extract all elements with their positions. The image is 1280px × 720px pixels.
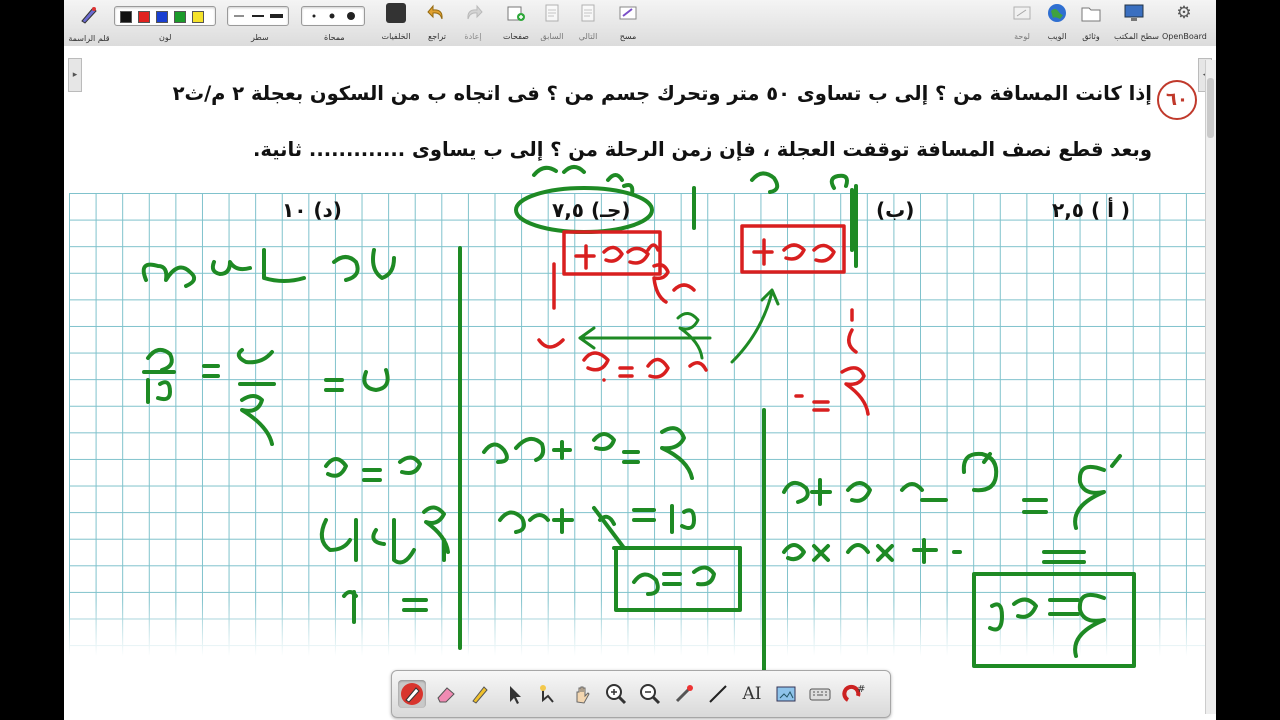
selector-tool-button[interactable] xyxy=(500,680,528,708)
line-tool-icon xyxy=(709,685,727,703)
pen-tool-button[interactable] xyxy=(398,680,426,708)
openboard-window: قلم الراسمة لون سطر ممحاة الخلفيات تراجع xyxy=(64,0,1216,720)
zoom-in-icon xyxy=(606,684,627,705)
ink-red-annotations xyxy=(537,224,870,416)
tool-palette: AI # xyxy=(391,670,891,718)
zoom-out-button[interactable] xyxy=(636,680,664,708)
virtual-keyboard-icon xyxy=(809,688,831,701)
marker-tool-button[interactable] xyxy=(466,680,494,708)
magnifier-icon: # xyxy=(842,684,865,702)
text-tool-button[interactable]: AI xyxy=(738,680,766,708)
line-tool-button[interactable] xyxy=(704,680,732,708)
ink-left-column xyxy=(319,455,450,624)
play-tool-button[interactable] xyxy=(534,680,562,708)
magnifier-tool-button[interactable]: # xyxy=(840,680,868,708)
text-tool-icon: AI xyxy=(742,684,762,704)
ink-arrows xyxy=(578,288,780,364)
svg-text:#: # xyxy=(857,684,865,695)
marker-icon xyxy=(472,686,488,704)
virtual-keyboard-button[interactable] xyxy=(806,680,834,708)
hand-tool-button[interactable] xyxy=(568,680,596,708)
selector-arrow-icon xyxy=(510,686,521,704)
laser-pointer-button[interactable] xyxy=(670,680,698,708)
ink-green-annotations xyxy=(141,165,1136,672)
pen-tool-icon xyxy=(401,683,423,705)
hand-icon xyxy=(576,686,590,704)
eraser-tool-button[interactable] xyxy=(432,680,460,708)
eraser-icon xyxy=(437,687,455,703)
vertical-scrollbar[interactable] xyxy=(1205,60,1216,714)
handwritten-ink-layer xyxy=(141,165,1136,672)
capture-tool-button[interactable] xyxy=(772,680,800,708)
capture-icon xyxy=(776,686,796,702)
laser-pointer-icon xyxy=(675,685,693,703)
play-interact-icon xyxy=(540,685,554,703)
zoom-out-icon xyxy=(640,684,661,705)
scrollbar-thumb[interactable] xyxy=(1207,78,1214,138)
zoom-in-button[interactable] xyxy=(602,680,630,708)
